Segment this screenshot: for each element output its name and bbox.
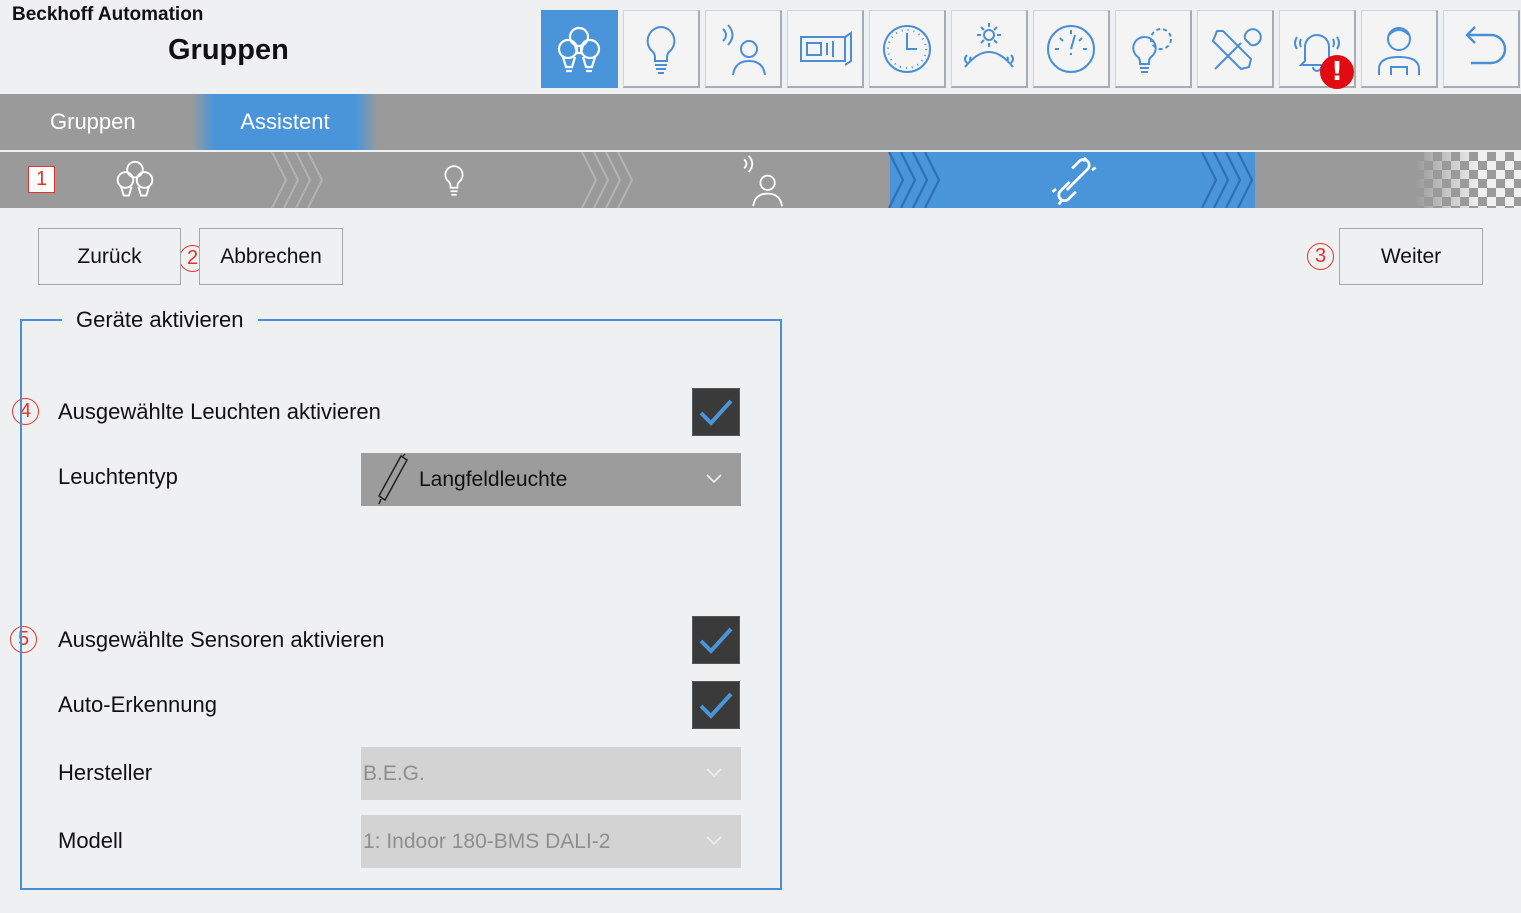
blind-icon <box>800 30 852 66</box>
link-icon <box>1051 156 1097 206</box>
clock-icon <box>883 24 931 73</box>
meter-button[interactable] <box>1033 10 1110 88</box>
service-button[interactable] <box>1197 10 1274 88</box>
chevron-down-icon <box>706 474 722 484</box>
brand-label: Beckhoff Automation <box>12 4 204 25</box>
daylight-button[interactable] <box>951 10 1028 88</box>
lamp-type-select[interactable]: Langfeldleuchte <box>361 453 741 506</box>
gauge-icon <box>1047 24 1095 73</box>
auto-detect-checkbox[interactable] <box>692 681 740 729</box>
presence-sensor-icon <box>743 155 783 207</box>
model-label: Modell <box>58 828 123 853</box>
model-select: 1: Indoor 180-BMS DALI-2 <box>361 815 741 868</box>
cancel-button[interactable]: Abbrechen <box>199 228 343 285</box>
next-button[interactable]: Weiter <box>1339 228 1483 285</box>
wizard-stepper <box>0 152 1521 208</box>
activate-sensors-label: Ausgewählte Sensoren aktivieren <box>58 627 385 652</box>
groups-icon <box>116 160 154 197</box>
lightbulb-icon <box>646 25 676 74</box>
chevron-down-icon <box>706 768 722 778</box>
schedule-button[interactable] <box>869 10 946 88</box>
user-icon <box>1378 26 1420 75</box>
sensors-button[interactable] <box>705 10 782 88</box>
step-separator-icon <box>888 152 941 208</box>
groups-button[interactable] <box>541 10 618 88</box>
tube-lamp-icon <box>378 453 408 505</box>
checkmark-icon <box>699 692 733 719</box>
manufacturer-label: Hersteller <box>58 760 153 785</box>
user-button[interactable] <box>1361 10 1438 88</box>
activate-lights-label: Ausgewählte Leuchten aktivieren <box>58 399 381 424</box>
step-separator-icon <box>581 152 634 208</box>
alarms-button[interactable]: ! <box>1279 10 1356 89</box>
daylight-icon <box>964 22 1014 68</box>
checkmark-icon <box>699 399 733 426</box>
light-settings-icon <box>1132 27 1172 73</box>
step-finish-pattern <box>1415 152 1521 208</box>
main-toolbar: ! <box>541 10 1520 89</box>
back-button[interactable]: Zurück <box>38 228 181 285</box>
auto-detect-label: Auto-Erkennung <box>58 692 217 717</box>
step-separator-icon <box>271 152 324 208</box>
lightbulb-icon <box>444 165 464 196</box>
light-config-button[interactable] <box>1115 10 1192 88</box>
lights-button[interactable] <box>623 10 700 88</box>
annotation-marker-1: 1 <box>28 166 55 193</box>
groups-icon <box>557 26 601 72</box>
checkmark-icon <box>699 627 733 654</box>
back-nav-button[interactable] <box>1443 10 1520 88</box>
activate-devices-group: Geräte aktivieren Ausgewählte Leuchten a… <box>20 306 782 890</box>
manufacturer-value: B.E.G. <box>363 761 425 785</box>
annotation-marker-3: 3 <box>1307 243 1334 270</box>
tools-icon <box>1211 27 1262 70</box>
activate-lights-checkbox[interactable] <box>692 388 740 436</box>
back-icon <box>1465 25 1507 64</box>
step-separator-icon <box>1201 152 1254 208</box>
group-legend: Geräte aktivieren <box>62 306 258 334</box>
manufacturer-select: B.E.G. <box>361 747 741 800</box>
alarm-badge: ! <box>1320 55 1354 89</box>
tab-bar: Gruppen Assistent <box>0 94 1521 150</box>
presence-sensor-icon <box>722 23 766 75</box>
tab-gruppen[interactable]: Gruppen <box>34 94 152 150</box>
activate-sensors-checkbox[interactable] <box>692 616 740 664</box>
chevron-down-icon <box>706 836 722 846</box>
page-title: Gruppen <box>168 34 289 66</box>
tab-assistent[interactable]: Assistent <box>192 94 378 150</box>
model-value: 1: Indoor 180-BMS DALI-2 <box>363 829 611 853</box>
lamp-type-value: Langfeldleuchte <box>419 467 568 491</box>
blinds-button[interactable] <box>787 10 864 88</box>
lamp-type-label: Leuchtentyp <box>58 464 178 489</box>
